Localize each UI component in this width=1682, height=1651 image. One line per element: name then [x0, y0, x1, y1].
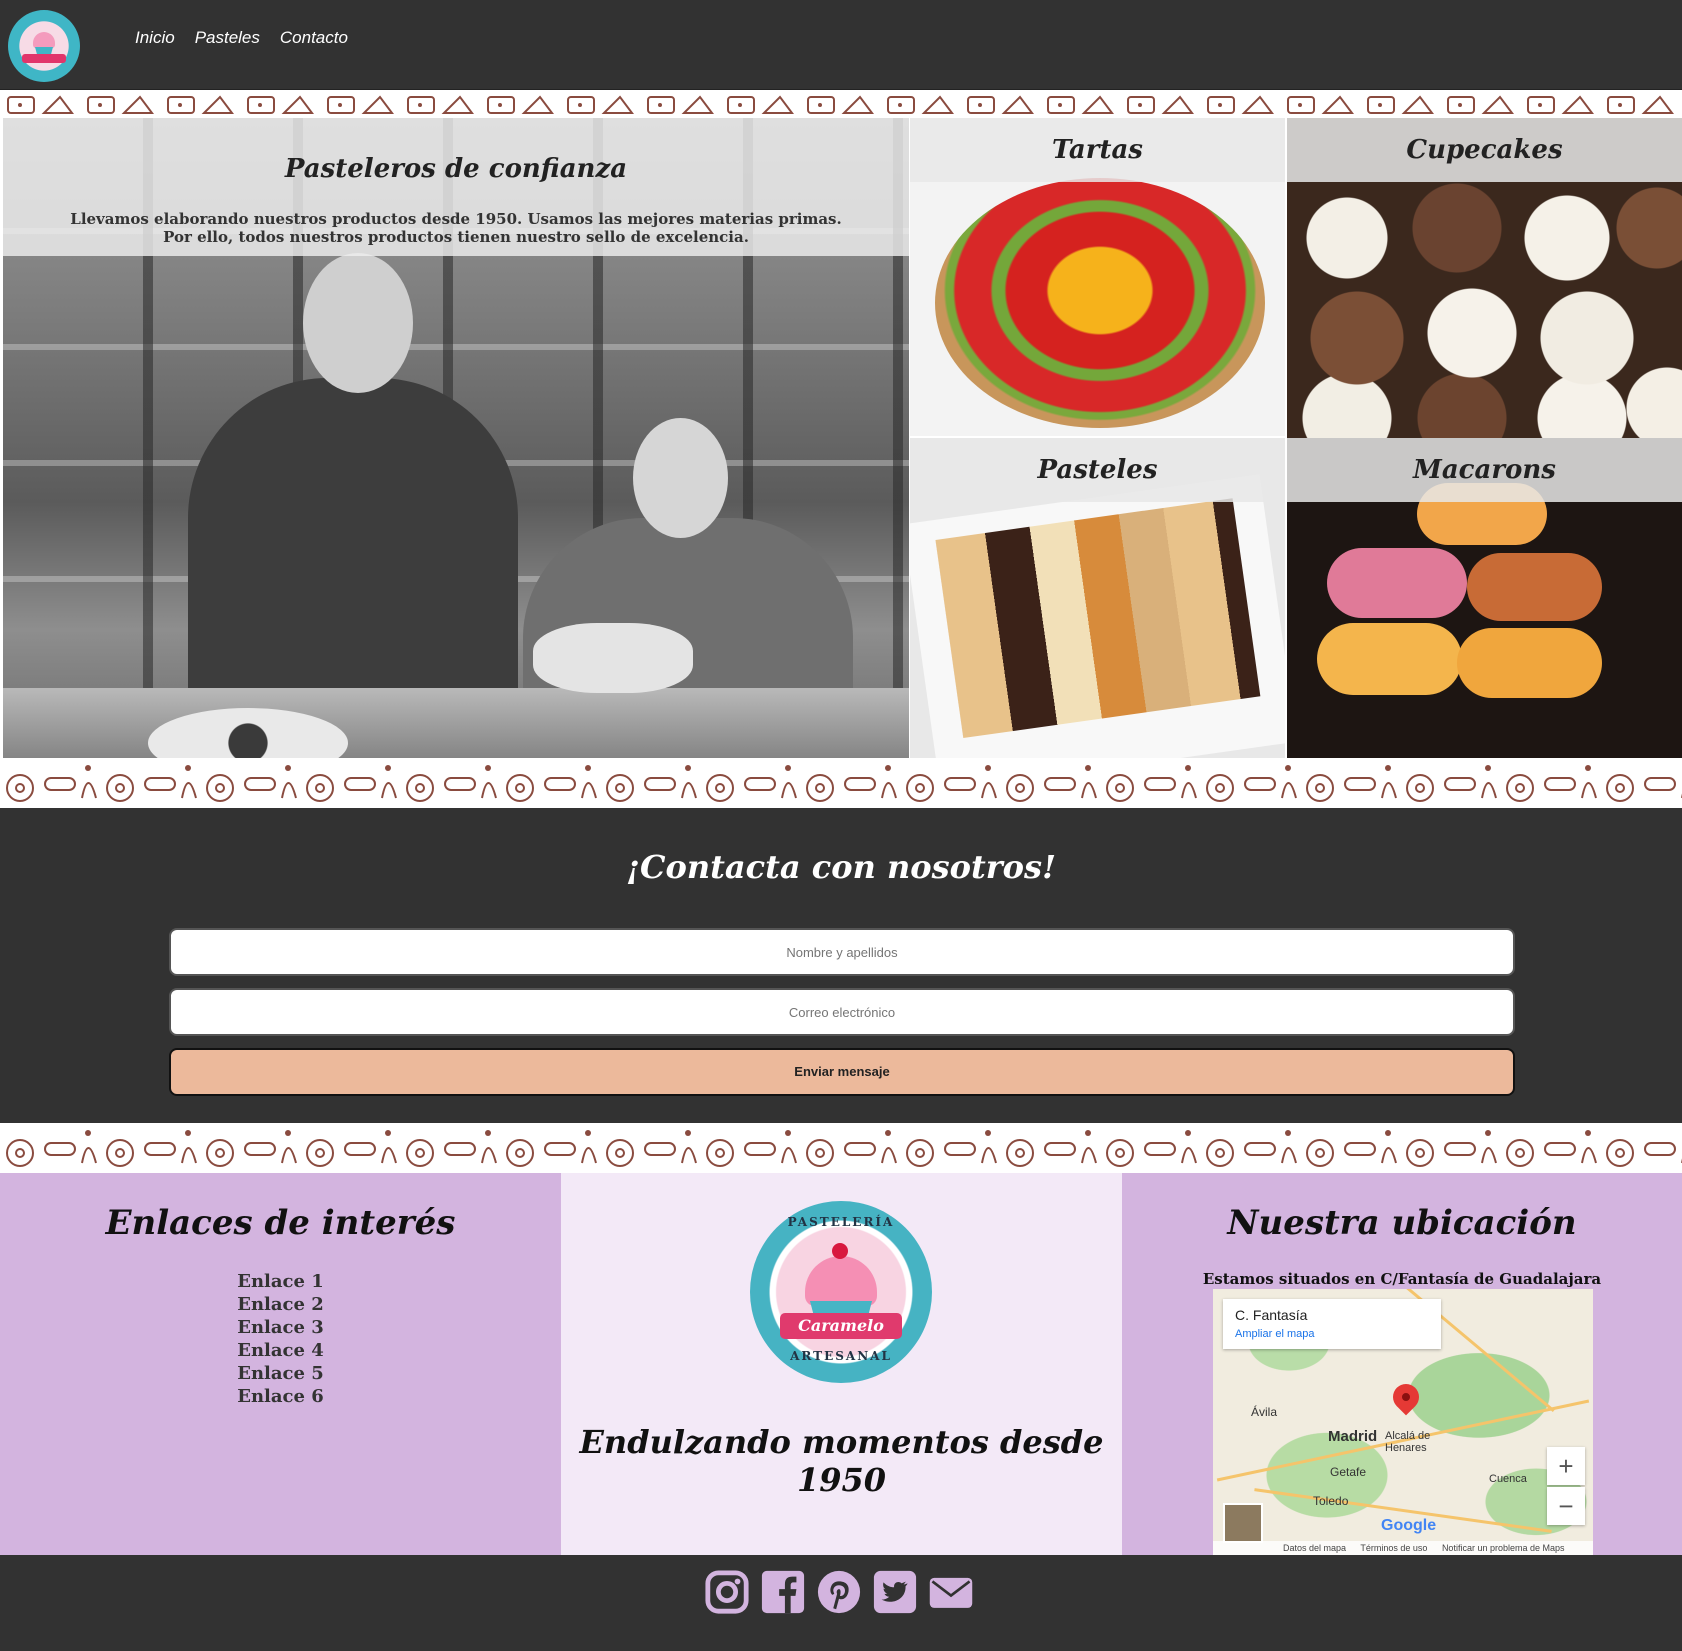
logo-text-top: PASTELERÍA — [787, 1215, 895, 1229]
nav-link-pasteles[interactable]: Pasteles — [195, 28, 260, 48]
map-city-henares: Henares — [1385, 1442, 1427, 1454]
footer-link-4[interactable]: Enlace 4 — [0, 1339, 561, 1362]
hero-baker-woman-head — [633, 418, 728, 538]
footer-link-2[interactable]: Enlace 2 — [0, 1293, 561, 1316]
map-city-alcala: Alcalá de — [1385, 1430, 1431, 1442]
logo-ribbon-text: Caramelo — [780, 1313, 902, 1339]
footer-link-6[interactable]: Enlace 6 — [0, 1385, 561, 1408]
map-city-getafe: Getafe — [1330, 1465, 1367, 1479]
instagram-icon[interactable] — [704, 1569, 750, 1615]
bakery-logo: PASTELERÍA Caramelo ARTESANAL — [750, 1201, 932, 1383]
map-pin-icon[interactable] — [1387, 1378, 1425, 1416]
logo-text-bottom: ARTESANAL — [790, 1349, 892, 1363]
hero-photo: Pasteleros de confianza Llevamos elabora… — [3, 118, 909, 758]
pasteles-image — [910, 474, 1285, 758]
map-expand-link[interactable]: Ampliar el mapa — [1235, 1328, 1314, 1340]
brand-logo[interactable] — [8, 10, 80, 82]
slogan: Endulzando momentos desde 1950 — [579, 1423, 1104, 1499]
map-terms-link[interactable]: Términos de uso — [1360, 1543, 1427, 1553]
pastry-pattern-lower — [0, 1123, 1682, 1173]
location-panel: Nuestra ubicación Estamos situados en C/… — [1122, 1173, 1682, 1555]
hero-title: Pasteleros de confianza — [284, 154, 628, 184]
hero-counter — [3, 688, 909, 758]
product-label-tartas: Tartas — [910, 118, 1285, 182]
map-zoom-in-button[interactable]: + — [1547, 1447, 1585, 1485]
product-tile-macarons[interactable]: Macarons — [1287, 438, 1682, 758]
name-field[interactable] — [169, 928, 1515, 976]
hero-cake-layer — [533, 623, 693, 693]
brand-panel: PASTELERÍA Caramelo ARTESANAL Endulzando… — [561, 1173, 1122, 1555]
tarta-image — [935, 178, 1265, 428]
social-footer — [0, 1555, 1682, 1651]
map-place-name: C. Fantasía — [1235, 1307, 1308, 1323]
product-tile-pasteles[interactable]: Pasteles — [910, 438, 1285, 758]
google-map[interactable]: Ávila Madrid Alcalá de Henares Getafe To… — [1213, 1289, 1593, 1555]
product-label-cupecakes: Cupecakes — [1287, 118, 1682, 182]
map-city-cuenca: Cuenca — [1489, 1473, 1527, 1485]
contact-section: ¡Contacta con nosotros! Enviar mensaje — [0, 808, 1682, 1123]
product-tile-cupecakes[interactable]: Cupecakes — [1287, 118, 1682, 438]
social-icons — [704, 1569, 974, 1615]
footer-link-5[interactable]: Enlace 5 — [0, 1362, 561, 1385]
email-icon[interactable] — [928, 1569, 974, 1615]
top-navbar: Inicio Pasteles Contacto — [0, 0, 1682, 90]
macaron-caramel — [1467, 553, 1602, 621]
links-panel: Enlaces de interés Enlace 1 Enlace 2 Enl… — [0, 1173, 561, 1555]
map-zoom-out-button[interactable]: − — [1547, 1487, 1585, 1525]
map-city-toledo: Toledo — [1313, 1494, 1349, 1508]
hero-caption: Pasteleros de confianza Llevamos elabora… — [3, 118, 909, 256]
hero-baker-man-head — [303, 253, 413, 393]
location-text: Estamos situados en C/Fantasía de Guadal… — [1202, 1270, 1602, 1288]
map-info-card: C. Fantasía Ampliar el mapa — [1223, 1299, 1441, 1349]
map-data-link[interactable]: Datos del mapa — [1283, 1543, 1346, 1553]
hero-text-line1: Llevamos elaborando nuestros productos d… — [70, 210, 842, 228]
product-label-macarons: Macarons — [1287, 438, 1682, 502]
links-title: Enlaces de interés — [105, 1203, 456, 1243]
map-attribution: Datos del mapa Términos de uso Notificar… — [1213, 1541, 1593, 1555]
pinterest-icon[interactable] — [816, 1569, 862, 1615]
facebook-icon[interactable] — [760, 1569, 806, 1615]
product-label-pasteles: Pasteles — [910, 438, 1285, 502]
macaron-yellow-right — [1457, 628, 1602, 698]
logo-cherry-icon — [832, 1243, 848, 1259]
map-city-avila: Ávila — [1251, 1405, 1278, 1419]
google-logo: Google — [1381, 1517, 1437, 1534]
map-report-link[interactable]: Notificar un problema de Maps — [1442, 1543, 1565, 1553]
map-city-madrid: Madrid — [1328, 1428, 1378, 1445]
product-tile-tartas[interactable]: Tartas — [910, 118, 1285, 436]
logo-cupcake-icon — [33, 32, 55, 48]
nav-link-contacto[interactable]: Contacto — [280, 28, 348, 48]
links-list: Enlace 1 Enlace 2 Enlace 3 Enlace 4 Enla… — [0, 1270, 561, 1408]
logo-ribbon — [22, 54, 66, 63]
footer-link-3[interactable]: Enlace 3 — [0, 1316, 561, 1339]
hero-text-line2: Por ello, todos nuestros productos tiene… — [163, 228, 749, 246]
contact-title: ¡Contacta con nosotros! — [625, 848, 1057, 886]
pastry-pattern-top — [0, 91, 1682, 118]
nav-links: Inicio Pasteles Contacto — [135, 28, 348, 48]
macaron-yellow-left — [1317, 623, 1462, 695]
macaron-pink — [1327, 548, 1467, 618]
twitter-icon[interactable] — [872, 1569, 918, 1615]
email-field[interactable] — [169, 988, 1515, 1036]
logo-cupcake-frosting — [805, 1256, 877, 1306]
nav-link-inicio[interactable]: Inicio — [135, 28, 175, 48]
location-title: Nuestra ubicación — [1227, 1203, 1577, 1243]
pastry-pattern-middle — [0, 758, 1682, 808]
footer-link-1[interactable]: Enlace 1 — [0, 1270, 561, 1293]
map-satellite-toggle[interactable] — [1223, 1503, 1263, 1543]
send-message-button[interactable]: Enviar mensaje — [169, 1048, 1515, 1096]
